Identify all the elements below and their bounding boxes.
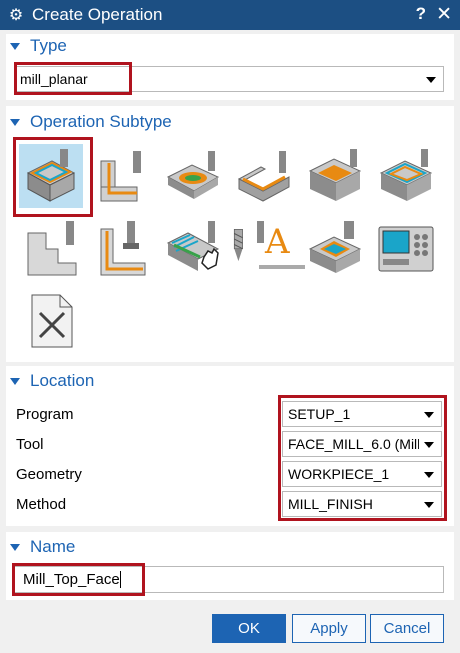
svg-text:A: A <box>264 222 290 262</box>
gear-icon[interactable]: ⚙ <box>4 5 28 25</box>
chevron-down-icon <box>424 442 434 448</box>
program-dropdown[interactable]: SETUP_1 <box>282 401 442 427</box>
program-value: SETUP_1 <box>288 406 351 422</box>
tool-label: Tool <box>16 436 44 453</box>
cancel-button[interactable]: Cancel <box>370 614 444 643</box>
user-defined-icon[interactable] <box>19 288 83 352</box>
chevron-down-icon <box>424 502 434 508</box>
location-section-header[interactable]: Location <box>6 371 94 391</box>
help-button[interactable]: ? <box>416 4 426 24</box>
planar-profile-icon[interactable] <box>90 144 154 208</box>
tool-dropdown[interactable]: FACE_MILL_6.0 (Milli <box>282 431 442 457</box>
face-milling-manual-icon[interactable] <box>374 144 438 208</box>
tool-value: FACE_MILL_6.0 (Milli <box>288 436 419 452</box>
text-cursor <box>119 571 121 588</box>
chevron-down-icon <box>424 472 434 478</box>
location-section-title: Location <box>30 371 95 390</box>
planar-profile-alt-icon[interactable] <box>90 216 154 280</box>
floor-wall-is-icon[interactable] <box>232 144 296 208</box>
method-dropdown[interactable]: MILL_FINISH <box>282 491 442 517</box>
geometry-label: Geometry <box>16 466 82 483</box>
type-dropdown[interactable]: mill_planar <box>14 66 444 92</box>
window-title: Create Operation <box>32 5 163 24</box>
face-milling-area-icon[interactable] <box>19 144 83 208</box>
geometry-value: WORKPIECE_1 <box>288 466 390 482</box>
name-input[interactable]: Mill_Top_Face <box>14 566 444 593</box>
collapse-triangle-icon <box>10 543 20 551</box>
subtype-section-header[interactable]: Operation Subtype <box>6 112 172 132</box>
collapse-triangle-icon <box>10 118 20 126</box>
floor-wall-icon[interactable] <box>161 144 225 208</box>
method-value: MILL_FINISH <box>288 496 373 512</box>
title-bar: ⚙ Create Operation ? ✕ <box>0 0 460 30</box>
type-value: mill_planar <box>20 71 88 87</box>
type-section-header[interactable]: Type <box>6 36 67 56</box>
ok-button[interactable]: OK <box>212 614 286 643</box>
cleanup-corners-icon[interactable] <box>161 216 225 280</box>
planar-mill-icon[interactable] <box>19 216 83 280</box>
face-milling-icon[interactable] <box>303 144 367 208</box>
hole-chamfer-icon[interactable] <box>303 216 367 280</box>
chevron-down-icon <box>426 77 436 83</box>
method-label: Method <box>16 496 67 513</box>
name-section-header[interactable]: Name <box>6 537 75 557</box>
apply-button[interactable]: Apply <box>292 614 366 643</box>
machine-control-icon[interactable] <box>374 216 438 280</box>
program-label: Program <box>16 406 74 423</box>
collapse-triangle-icon <box>10 42 20 50</box>
geometry-dropdown[interactable]: WORKPIECE_1 <box>282 461 442 487</box>
chevron-down-icon <box>424 412 434 418</box>
name-value: Mill_Top_Face <box>23 571 120 588</box>
close-button[interactable]: ✕ <box>436 3 452 26</box>
name-section-title: Name <box>30 537 76 556</box>
type-section-title: Type <box>30 36 67 55</box>
subtype-section-title: Operation Subtype <box>30 112 172 131</box>
collapse-triangle-icon <box>10 377 20 385</box>
